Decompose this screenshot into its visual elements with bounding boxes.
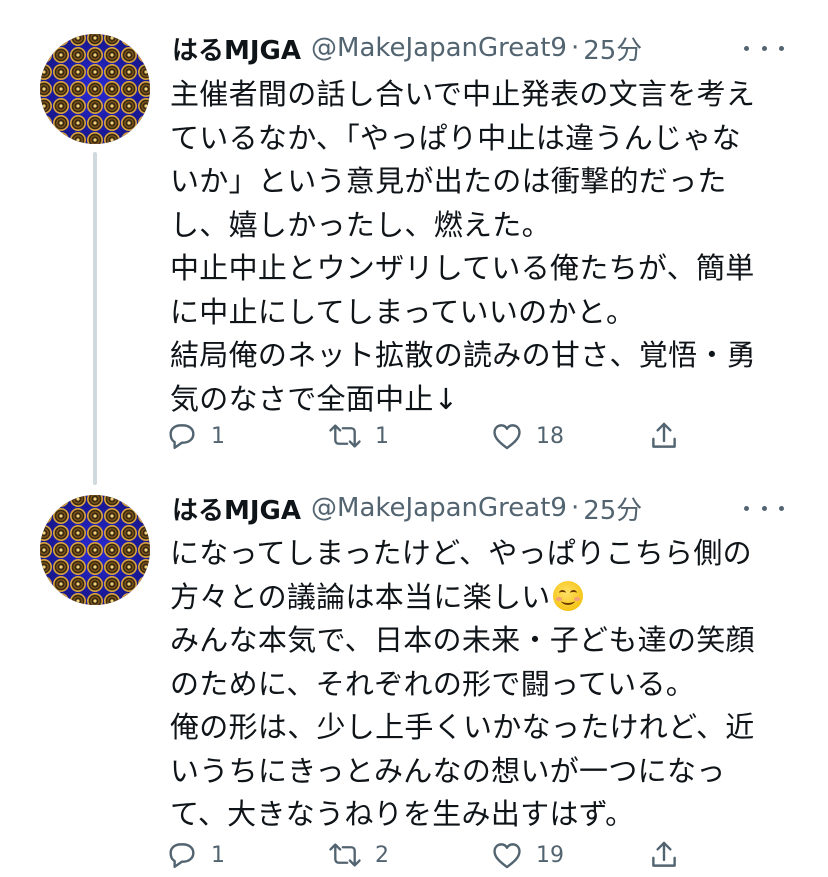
more-icon-dot xyxy=(761,45,767,51)
retweet-icon xyxy=(329,424,361,448)
thread-connector xyxy=(93,152,97,485)
more-icon xyxy=(744,45,749,51)
share-button[interactable] xyxy=(647,416,681,456)
retweet-count: 1 xyxy=(375,423,389,449)
share-button[interactable] xyxy=(647,835,681,875)
tweet-text-line: て、大きなうねりを生み出すはず。 xyxy=(170,797,635,831)
reply-icon xyxy=(169,843,195,868)
tweet-text-line: 結局俺のネット拡散の読みの甘さ、覚悟・勇 xyxy=(170,338,757,372)
timestamp[interactable]: 25分 xyxy=(583,490,642,527)
reply-button[interactable]: 1 xyxy=(165,835,225,875)
share-icon xyxy=(652,841,676,867)
share-icon xyxy=(652,422,676,448)
reply-count: 1 xyxy=(211,842,225,868)
display-name[interactable]: はるMJGA xyxy=(172,30,301,67)
display-name[interactable]: はるMJGA xyxy=(172,490,301,527)
more-icon-dot xyxy=(779,505,784,511)
tweet-header: はるMJGA @MakeJapanGreat9 · 25分 xyxy=(172,488,642,528)
user-handle[interactable]: @MakeJapanGreat9 xyxy=(311,33,567,63)
tweet-text-line: 中止中止とウンザリしている俺たちが、簡単 xyxy=(170,251,755,285)
tweet-text-line: になってしまったけど、やっぱりこちら側の xyxy=(170,536,752,570)
tweet-text-line: 方々との議論は本当に楽しい xyxy=(170,576,790,620)
tweet-text-segment: 方々との議論は本当に楽しい xyxy=(170,579,551,614)
separator-dot: · xyxy=(570,33,580,63)
tweet[interactable]: はるMJGA @MakeJapanGreat9 · 25分 になってしまったけど… xyxy=(0,470,828,877)
tweet-text: になってしまったけど、やっぱりこちら側の 方々との議論は本当に楽しい みんな本気… xyxy=(170,532,790,837)
retweet-button[interactable]: 1 xyxy=(327,416,389,456)
more-icon xyxy=(744,505,749,511)
timestamp[interactable]: 25分 xyxy=(583,30,642,67)
like-button[interactable]: 18 xyxy=(490,416,564,456)
tweet-text-line: 主催者間の話し合いで中止発表の文言を考え xyxy=(170,77,756,111)
tweet-text-line: 気のなさで全面中止↓ xyxy=(170,381,459,416)
tweet-text-line: 俺の形は、少し上手くいかなったけれど、近 xyxy=(170,710,755,744)
tweet-actions: 1 2 19 xyxy=(165,835,705,875)
tweet-actions: 1 1 18 xyxy=(165,416,705,456)
smiling-face-emoji xyxy=(552,580,583,611)
separator-dot: · xyxy=(570,493,580,523)
reply-button[interactable]: 1 xyxy=(165,416,225,456)
more-icon-dot xyxy=(761,505,767,511)
more-options-button[interactable] xyxy=(744,38,784,58)
like-count: 19 xyxy=(536,842,564,868)
like-button[interactable]: 19 xyxy=(490,835,564,875)
avatar[interactable] xyxy=(40,34,150,144)
tweet-text-line: のために、それぞれの形で闘っている。 xyxy=(170,666,696,701)
tweet-text-line: し、嬉しかったし、燃えた。 xyxy=(170,207,551,242)
retweet-count: 2 xyxy=(375,842,389,868)
tweet-header: はるMJGA @MakeJapanGreat9 · 25分 xyxy=(172,28,642,68)
retweet-icon xyxy=(329,843,361,867)
user-handle[interactable]: @MakeJapanGreat9 xyxy=(311,493,567,523)
tweet-text-line: ているなか、「やっぱり中止は違うんじゃな xyxy=(170,120,741,155)
like-count: 18 xyxy=(536,423,564,449)
tweet-text-line: いか」という意見が出たのは衝撃的だった xyxy=(170,164,727,198)
tweet-text: 主催者間の話し合いで中止発表の文言を考え ているなか、「やっぱり中止は違うんじゃ… xyxy=(170,73,790,421)
reply-icon xyxy=(169,424,195,449)
heart-icon xyxy=(493,843,521,869)
reply-count: 1 xyxy=(211,423,225,449)
tweet[interactable]: はるMJGA @MakeJapanGreat9 · 25分 主催者間の話し合いで… xyxy=(0,0,828,485)
retweet-button[interactable]: 2 xyxy=(327,835,389,875)
tweet-text-line: に中止にしてしまっていいのかと。 xyxy=(170,294,636,329)
heart-icon xyxy=(493,424,521,450)
tweet-text-line: みんな本気で、日本の未来・子ども達の笑顔 xyxy=(170,623,755,657)
more-options-button[interactable] xyxy=(744,498,784,518)
tweet-text-line: いうちにきっとみんなの想いが一つになっ xyxy=(170,753,726,788)
avatar[interactable] xyxy=(40,495,150,605)
more-icon-dot xyxy=(779,45,784,51)
